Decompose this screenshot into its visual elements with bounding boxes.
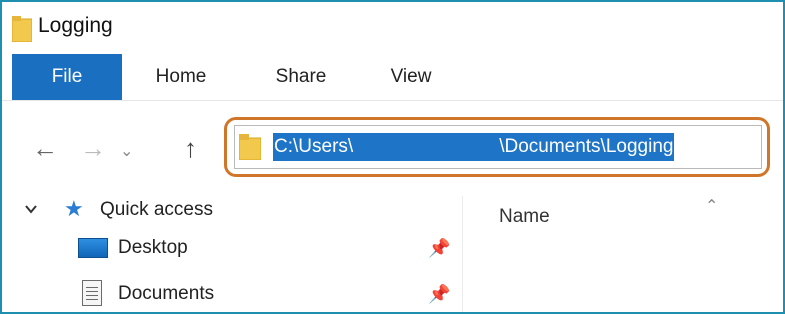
address-path-suffix: \Documents\Logging (499, 136, 674, 157)
explorer-window: Logging File Home Share View ← → ⌄ ↑ C:\… (0, 0, 785, 314)
navpane-item-label: Desktop (118, 237, 188, 258)
file-list: ⌃ Name (463, 196, 783, 312)
title-bar: Logging (2, 2, 783, 50)
folder-icon (238, 134, 262, 165)
navigation-pane: ★ Quick access Desktop 📌 Documents 📌 (2, 196, 462, 312)
arrow-left-icon[interactable]: ← (32, 135, 58, 161)
chevron-down-icon[interactable] (24, 202, 37, 214)
navpane-item-label: Documents (118, 283, 215, 304)
arrow-right-icon[interactable]: → (80, 135, 106, 161)
column-header-name[interactable]: Name (499, 206, 550, 228)
folder-icon (11, 16, 33, 47)
chevron-down-icon[interactable]: ⌄ (120, 139, 133, 165)
address-path[interactable]: C:\Users\ \Documents\Logging (273, 133, 675, 161)
tab-file[interactable]: File (12, 54, 122, 100)
window-title: Logging (38, 14, 113, 37)
star-icon: ★ (64, 196, 84, 221)
address-path-prefix: C:\Users\ (274, 136, 354, 157)
arrow-up-icon[interactable]: ↑ (184, 135, 197, 161)
address-bar[interactable]: C:\Users\ \Documents\Logging (234, 125, 762, 169)
quick-access-label[interactable]: Quick access (100, 196, 213, 224)
navpane-item-documents[interactable]: Documents 📌 (74, 276, 454, 310)
desktop-icon (78, 238, 108, 258)
tab-view[interactable]: View (380, 54, 442, 100)
tab-home[interactable]: Home (144, 54, 218, 100)
navigation-bar: ← → ⌄ ↑ C:\Users\ \Documents\Logging (2, 100, 783, 197)
documents-icon (82, 280, 102, 306)
ribbon-tabs: File Home Share View (2, 54, 783, 100)
navpane-item-desktop[interactable]: Desktop 📌 (74, 230, 454, 264)
pin-icon[interactable]: 📌 (428, 284, 450, 305)
sort-ascending-icon: ⌃ (705, 198, 719, 215)
tab-share[interactable]: Share (264, 54, 338, 100)
pin-icon[interactable]: 📌 (428, 238, 450, 259)
